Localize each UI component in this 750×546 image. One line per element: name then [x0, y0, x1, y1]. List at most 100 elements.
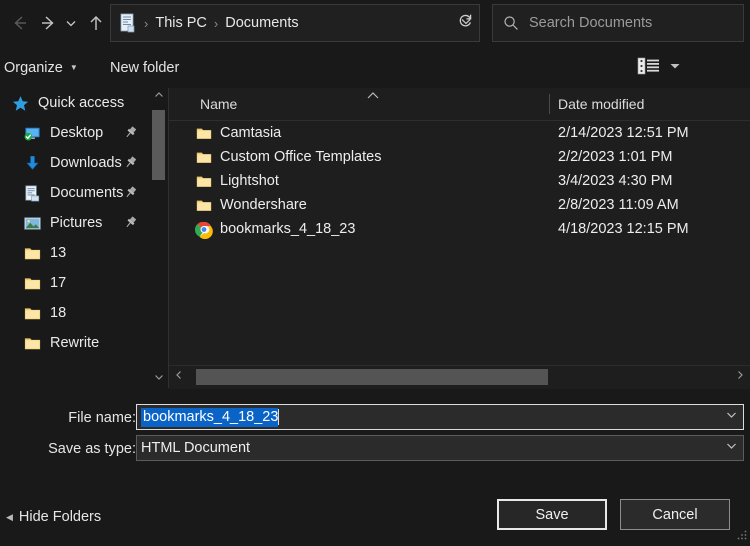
- column-header-name[interactable]: Name: [200, 88, 237, 120]
- sidebar-scrollbar-thumb[interactable]: [152, 110, 165, 180]
- pin-icon[interactable]: [123, 185, 138, 200]
- pictures-icon: [22, 213, 42, 233]
- sidebar-item-13[interactable]: 13: [0, 238, 150, 268]
- folder-icon: [195, 148, 213, 166]
- folder-icon: [195, 172, 213, 190]
- table-row[interactable]: Lightshot3/4/2023 4:30 PM: [169, 169, 750, 193]
- sidebar-item-label: Rewrite: [50, 335, 99, 351]
- sidebar-item-17[interactable]: 17: [0, 268, 150, 298]
- file-name-label: File name:: [68, 406, 136, 430]
- refresh-button[interactable]: [452, 10, 478, 36]
- organize-button[interactable]: Organize ▼: [4, 47, 78, 88]
- sidebar-item-label: Documents: [50, 185, 123, 201]
- folder-icon: [22, 333, 42, 353]
- save-as-type-dropdown-button[interactable]: [719, 436, 743, 460]
- hscroll-right-button[interactable]: [730, 366, 750, 388]
- save-as-type-select[interactable]: HTML Document: [136, 435, 744, 461]
- navigation-bar: › This PC › Documents Searc: [0, 0, 750, 47]
- chevron-down-icon: ▼: [70, 64, 78, 72]
- file-name-cell: Wondershare: [220, 197, 307, 213]
- view-mode-dropdown-button[interactable]: [664, 56, 686, 80]
- chevron-right-icon: [734, 368, 746, 386]
- sidebar-item-18[interactable]: 18: [0, 298, 150, 328]
- folder-icon: [22, 243, 42, 263]
- save-button[interactable]: Save: [497, 499, 607, 530]
- file-name-row: File name: bookmarks_4_18_23: [0, 406, 750, 430]
- back-button[interactable]: [6, 5, 34, 41]
- chevron-left-icon: [173, 368, 185, 386]
- file-name-cell: Camtasia: [220, 125, 281, 141]
- downloads-icon: [22, 153, 42, 173]
- hscroll-thumb[interactable]: [196, 369, 548, 385]
- save-as-type-row: Save as type: HTML Document: [0, 437, 750, 461]
- pin-icon[interactable]: [123, 125, 138, 140]
- chevron-down-icon: [668, 59, 682, 78]
- navigation-sidebar[interactable]: Quick access Desktop Downloads Documents Pic…: [0, 88, 150, 388]
- sidebar-scroll-down-button[interactable]: [150, 370, 167, 388]
- pin-icon[interactable]: [123, 155, 138, 170]
- recent-locations-button[interactable]: [60, 5, 82, 41]
- forward-button[interactable]: [34, 5, 62, 41]
- file-name-cell: bookmarks_4_18_23: [220, 221, 355, 237]
- pin-icon[interactable]: [123, 215, 138, 230]
- refresh-icon: [457, 12, 474, 34]
- table-row[interactable]: Custom Office Templates2/2/2023 1:01 PM: [169, 145, 750, 169]
- arrow-left-icon: [11, 14, 29, 32]
- view-mode-button[interactable]: [636, 56, 662, 80]
- sidebar-scroll-up-button[interactable]: [150, 88, 167, 106]
- up-button[interactable]: [82, 5, 110, 41]
- breadcrumb-item-this-pc[interactable]: This PC: [155, 15, 207, 31]
- breadcrumb-bar[interactable]: › This PC › Documents: [110, 4, 480, 42]
- date-modified-cell: 3/4/2023 4:30 PM: [558, 173, 672, 189]
- column-header-date-modified[interactable]: Date modified: [558, 88, 644, 120]
- sidebar-item-label: Downloads: [50, 155, 122, 171]
- file-list-horizontal-scrollbar[interactable]: [169, 365, 750, 389]
- sidebar-scrollbar[interactable]: [150, 88, 167, 388]
- sidebar-item-pictures[interactable]: Pictures: [0, 208, 150, 238]
- table-row[interactable]: Camtasia 2/14/2023 12:51 PM: [169, 121, 750, 145]
- cancel-button[interactable]: Cancel: [620, 499, 730, 530]
- column-header-row: Name Date modified: [169, 88, 750, 121]
- sidebar-item-quick-access[interactable]: Quick access: [0, 88, 150, 118]
- sort-ascending-icon: [365, 88, 381, 98]
- hide-folders-button[interactable]: ◀ Hide Folders: [6, 506, 101, 528]
- file-list-pane[interactable]: Name Date modified Camtasia 2/14/2023 12:…: [169, 88, 750, 365]
- chevron-down-icon: [725, 408, 738, 426]
- cancel-button-label: Cancel: [652, 507, 697, 523]
- sidebar-item-label: Quick access: [38, 95, 124, 111]
- resize-grip[interactable]: [736, 528, 748, 540]
- table-row[interactable]: Wondershare 2/8/2023 11:09 AM: [169, 193, 750, 217]
- folder-icon: [195, 124, 213, 142]
- file-name-dropdown-button[interactable]: [719, 405, 743, 429]
- breadcrumb-separator: ›: [207, 16, 225, 31]
- details-view-icon: [637, 57, 661, 80]
- table-row[interactable]: bookmarks_4_18_23 4/18/2023 12:15 PM: [169, 217, 750, 241]
- date-modified-cell: 2/8/2023 11:09 AM: [558, 197, 679, 213]
- triangle-left-icon: ◀: [6, 513, 13, 522]
- search-icon: [503, 15, 519, 31]
- hscroll-left-button[interactable]: [169, 366, 189, 388]
- documents-library-icon: [119, 13, 137, 33]
- sidebar-item-downloads[interactable]: Downloads: [0, 148, 150, 178]
- breadcrumb-separator: ›: [137, 16, 155, 31]
- file-name-input[interactable]: bookmarks_4_18_23: [136, 404, 744, 430]
- file-name-value: bookmarks_4_18_23: [141, 408, 278, 427]
- sidebar-item-rewrite[interactable]: Rewrite: [0, 328, 150, 358]
- text-cursor: [278, 409, 279, 425]
- date-modified-cell: 4/18/2023 12:15 PM: [558, 221, 689, 237]
- hide-folders-label: Hide Folders: [19, 509, 101, 525]
- documents-icon: [22, 183, 42, 203]
- column-divider[interactable]: [549, 94, 550, 114]
- organize-label: Organize: [4, 60, 63, 76]
- search-input[interactable]: Search Documents: [529, 15, 652, 31]
- sidebar-item-documents[interactable]: Documents: [0, 178, 150, 208]
- save-as-type-label: Save as type:: [48, 437, 136, 461]
- save-button-label: Save: [535, 507, 568, 523]
- breadcrumb-item-documents[interactable]: Documents: [225, 15, 298, 31]
- search-box[interactable]: Search Documents: [492, 4, 744, 42]
- date-modified-cell: 2/14/2023 12:51 PM: [558, 125, 689, 141]
- new-folder-button[interactable]: New folder: [110, 47, 179, 88]
- save-as-type-value: HTML Document: [141, 440, 250, 456]
- sidebar-item-desktop[interactable]: Desktop: [0, 118, 150, 148]
- save-as-dialog: › This PC › Documents Searc: [0, 0, 750, 541]
